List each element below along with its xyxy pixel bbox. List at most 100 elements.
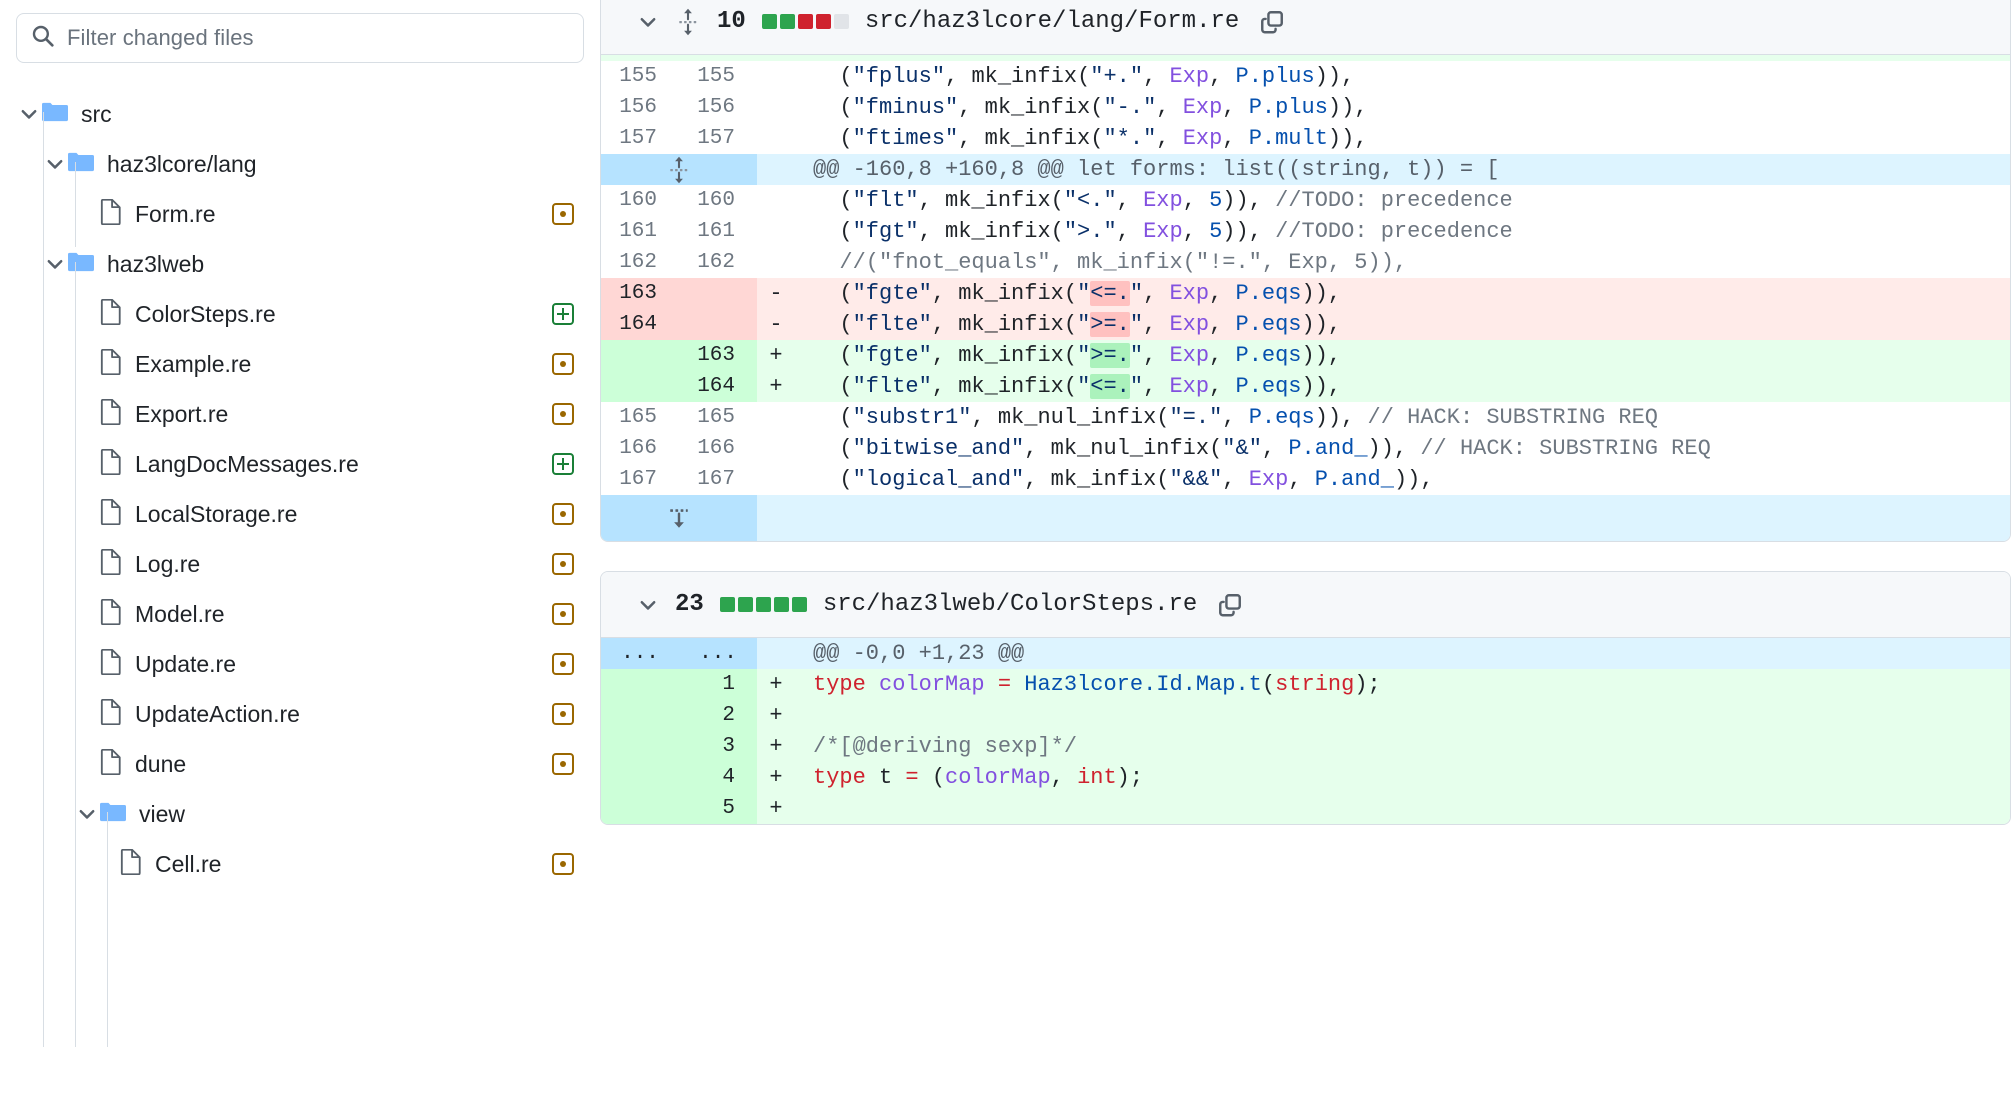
expander-gutter[interactable] — [601, 495, 757, 541]
new-lineno[interactable]: 1 — [679, 669, 757, 700]
old-lineno[interactable]: 162 — [601, 247, 679, 278]
old-lineno[interactable] — [601, 793, 679, 824]
tree-file-localstorage-re[interactable]: LocalStorage.re — [16, 489, 584, 539]
new-lineno[interactable]: 163 — [679, 340, 757, 371]
unfold-icon[interactable] — [601, 155, 757, 185]
new-lineno[interactable]: 161 — [679, 216, 757, 247]
chevron-down-icon[interactable] — [16, 103, 42, 125]
tree-file-colorsteps-re[interactable]: ColorSteps.re — [16, 289, 584, 339]
diff-file-card: 23 src/haz3lweb/ColorSteps.re...... @@ -0,… — [600, 571, 2011, 825]
new-lineno[interactable]: 165 — [679, 402, 757, 433]
chevron-down-icon[interactable] — [42, 153, 68, 175]
chevron-down-icon[interactable] — [74, 803, 100, 825]
copy-icon[interactable] — [1259, 9, 1285, 35]
status-badge-modified — [552, 353, 574, 375]
old-lineno[interactable]: 166 — [601, 433, 679, 464]
expand-down-icon[interactable] — [601, 505, 757, 531]
filter-changed-files-input[interactable]: Filter changed files — [16, 13, 584, 63]
diff-code-row: 163 + ("fgte", mk_infix(">=.", Exp, P.eqs… — [601, 340, 2010, 371]
old-lineno[interactable] — [601, 669, 679, 700]
diff-code-row: 166 166 ("bitwise_and", mk_nul_infix("&",… — [601, 433, 2010, 464]
new-lineno[interactable]: 5 — [679, 793, 757, 824]
diff-code-row: 160 160 ("flt", mk_infix("<.", Exp, 5)), … — [601, 185, 2010, 216]
code-content: ("fgt", mk_infix(">.", Exp, 5)), //TODO:… — [813, 219, 1513, 244]
unfold-icon[interactable] — [675, 7, 701, 37]
old-lineno[interactable]: 156 — [601, 92, 679, 123]
diff-hunk-row[interactable]: ...... @@ -0,0 +1,23 @@ — [601, 638, 2010, 669]
diff-code-row: 156 156 ("fminus", mk_infix("-.", Exp, P.… — [601, 92, 2010, 123]
new-lineno[interactable]: 2 — [679, 700, 757, 731]
old-lineno[interactable]: 157 — [601, 123, 679, 154]
chevron-down-icon[interactable] — [42, 253, 68, 275]
filter-placeholder: Filter changed files — [67, 25, 254, 50]
tree-folder-label: haz3lcore/lang — [107, 150, 257, 177]
tree-file-cell-re[interactable]: Cell.re — [16, 839, 584, 889]
folder-icon — [68, 151, 94, 178]
tree-file-log-re[interactable]: Log.re — [16, 539, 584, 589]
tree-file-update-re[interactable]: Update.re — [16, 639, 584, 689]
new-lineno[interactable] — [679, 309, 757, 340]
tree-file-dune[interactable]: dune — [16, 739, 584, 789]
old-lineno[interactable] — [601, 340, 679, 371]
new-lineno[interactable]: 162 — [679, 247, 757, 278]
old-lineno[interactable] — [601, 371, 679, 402]
new-lineno[interactable]: 160 — [679, 185, 757, 216]
diff-code-row: 162 162 //("fnot_equals", mk_infix("!=.",… — [601, 247, 2010, 278]
old-lineno[interactable] — [601, 700, 679, 731]
file-icon — [120, 848, 142, 880]
diff-sign — [757, 433, 795, 464]
tree-file-example-re[interactable]: Example.re — [16, 339, 584, 389]
status-badge-modified — [552, 703, 574, 725]
diff-stat-block — [773, 597, 789, 612]
new-lineno[interactable]: 155 — [679, 61, 757, 92]
new-lineno[interactable]: 167 — [679, 464, 757, 495]
old-lineno[interactable]: 160 — [601, 185, 679, 216]
file-path: src/haz3lweb/ColorSteps.re — [822, 591, 1198, 618]
new-lineno[interactable]: 166 — [679, 433, 757, 464]
tree-folder-haz3lweb[interactable]: haz3lweb — [16, 239, 584, 289]
new-lineno[interactable]: 156 — [679, 92, 757, 123]
diff-code-row: 164 - ("flte", mk_infix(">=.", Exp, P.eqs… — [601, 309, 2010, 340]
copy-icon[interactable] — [1217, 592, 1243, 618]
tree-file-export-re[interactable]: Export.re — [16, 389, 584, 439]
hunk-expander-gutter[interactable] — [601, 154, 757, 185]
tree-file-model-re[interactable]: Model.re — [16, 589, 584, 639]
chevron-down-icon[interactable] — [637, 11, 659, 33]
tree-folder-label: src — [81, 100, 112, 127]
chevron-down-icon[interactable] — [637, 594, 659, 616]
old-lineno[interactable] — [601, 762, 679, 793]
diff-pane[interactable]: 10 src/haz3lcore/lang/Form.re 155 155 ("fpl… — [600, 0, 2011, 1093]
old-lineno[interactable]: 155 — [601, 61, 679, 92]
diff-sign: + — [769, 672, 783, 697]
tree-folder-src[interactable]: src — [16, 89, 584, 139]
old-lineno[interactable]: 161 — [601, 216, 679, 247]
new-lineno[interactable]: 3 — [679, 731, 757, 762]
tree-file-form-re[interactable]: Form.re — [16, 189, 584, 239]
diff-expander-row[interactable] — [601, 495, 2010, 541]
code-content: ("bitwise_and", mk_nul_infix("&", P.and_… — [813, 436, 1711, 461]
diff-hunk-row[interactable]: @@ -160,8 +160,8 @@ let forms: list((str… — [601, 154, 2010, 185]
status-badge-modified — [552, 503, 574, 525]
old-lineno[interactable]: 167 — [601, 464, 679, 495]
file-icon — [100, 748, 122, 780]
old-lineno[interactable] — [601, 731, 679, 762]
new-lineno[interactable]: 164 — [679, 371, 757, 402]
code-content: type colorMap = Haz3lcore.Id.Map.t(strin… — [813, 672, 1381, 697]
file-icon — [100, 698, 122, 730]
old-lineno[interactable]: 165 — [601, 402, 679, 433]
old-lineno[interactable]: 163 — [601, 278, 679, 309]
tree-folder-view[interactable]: view — [16, 789, 584, 839]
tree-file-updateaction-re[interactable]: UpdateAction.re — [16, 689, 584, 739]
diff-code-row: 165 165 ("substr1", mk_nul_infix("=.", P.… — [601, 402, 2010, 433]
diff-code-row: 3 + /*[@deriving sexp]*/ — [601, 731, 2010, 762]
old-lineno[interactable]: 164 — [601, 309, 679, 340]
tree-file-langdocmessages-re[interactable]: LangDocMessages.re — [16, 439, 584, 489]
diff-file-header[interactable]: 10 src/haz3lcore/lang/Form.re — [601, 0, 2010, 55]
tree-folder-label: view — [139, 800, 186, 827]
new-lineno[interactable]: 157 — [679, 123, 757, 154]
code-content: ("substr1", mk_nul_infix("=.", P.eqs)), … — [813, 405, 1658, 430]
diff-file-header[interactable]: 23 src/haz3lweb/ColorSteps.re — [601, 572, 2010, 638]
new-lineno[interactable]: 4 — [679, 762, 757, 793]
tree-folder-haz3lcore-lang[interactable]: haz3lcore/lang — [16, 139, 584, 189]
new-lineno[interactable] — [679, 278, 757, 309]
